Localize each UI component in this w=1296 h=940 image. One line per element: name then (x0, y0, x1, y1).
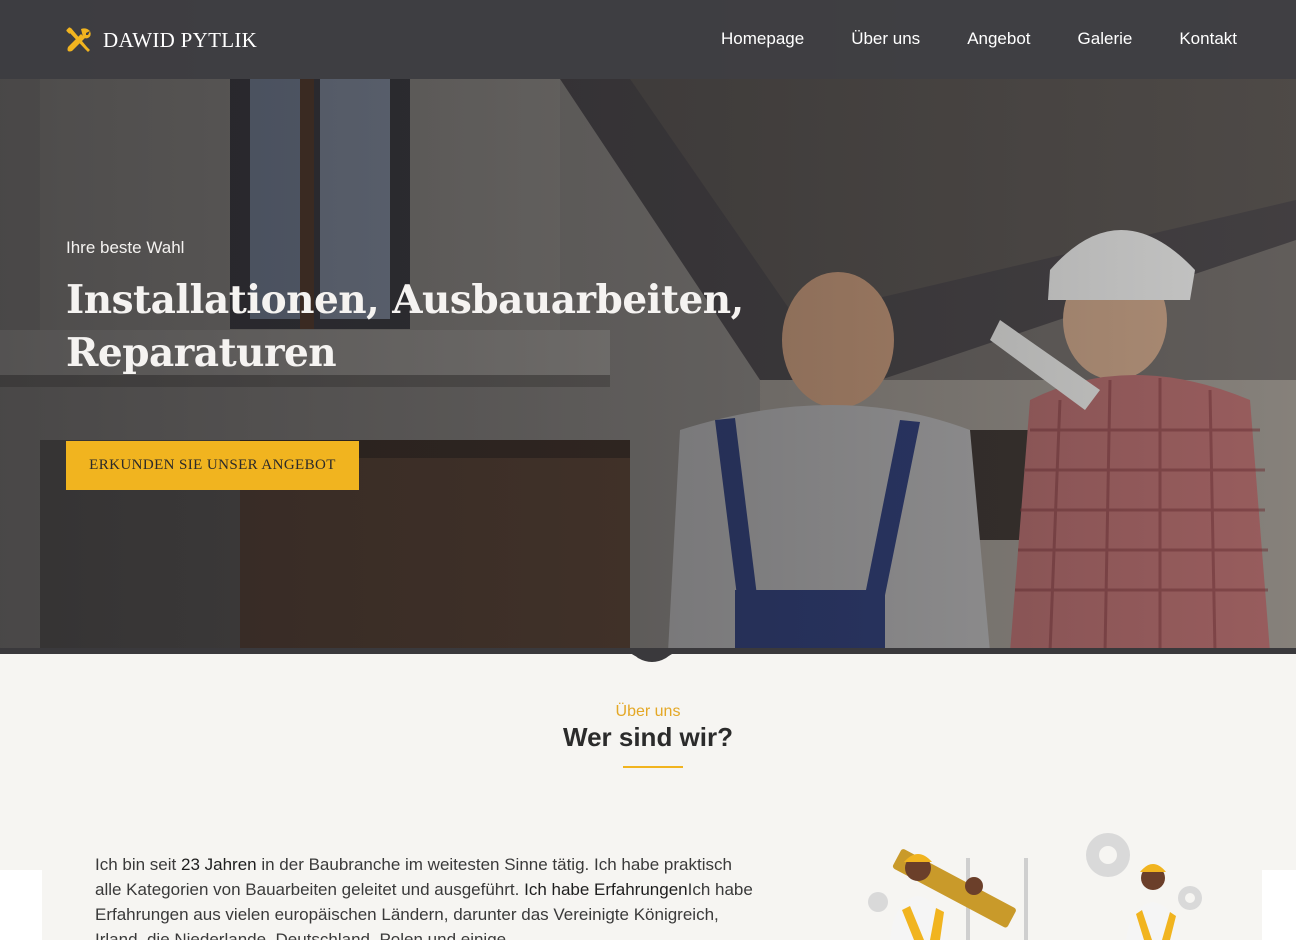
site-logo[interactable]: DAWID PYTLIK (64, 24, 257, 56)
explore-offer-button[interactable]: ERKUNDEN SIE UNSER ANGEBOT (66, 441, 359, 490)
section-notch (616, 650, 688, 662)
hero-kicker: Ihre beste Wahl (66, 238, 185, 257)
content-margin-left (0, 870, 42, 940)
nav-item-angebot[interactable]: Angebot (967, 27, 1030, 51)
about-years-highlight: 23 Jahren (181, 855, 257, 874)
tools-icon (66, 27, 91, 52)
brand-name: DAWID PYTLIK (103, 27, 258, 52)
nav-item-kontakt[interactable]: Kontakt (1179, 27, 1237, 51)
main-nav: Homepage Über uns Angebot Galerie Kontak… (721, 27, 1237, 51)
about-paragraph: Ich bin seit 23 Jahren in der Baubranche… (95, 852, 755, 940)
nav-item-ueber-uns[interactable]: Über uns (851, 27, 920, 51)
construction-workers-illustration (868, 833, 1202, 940)
nav-item-galerie[interactable]: Galerie (1078, 27, 1133, 51)
about-kicker: Über uns (615, 703, 681, 720)
title-underline (623, 766, 683, 768)
hero-title: Installationen, Ausbauarbeiten, Reparatu… (66, 277, 744, 376)
content-margin-right (1262, 870, 1296, 940)
about-text-part: Ich bin seit (95, 855, 181, 874)
about-title: Wer sind wir? (563, 722, 733, 752)
nav-item-homepage[interactable]: Homepage (721, 27, 804, 51)
site-header: DAWID PYTLIK Homepage Über uns Angebot G… (0, 0, 1296, 79)
about-experience-highlight: Ich habe Erfahrungen (524, 880, 688, 899)
